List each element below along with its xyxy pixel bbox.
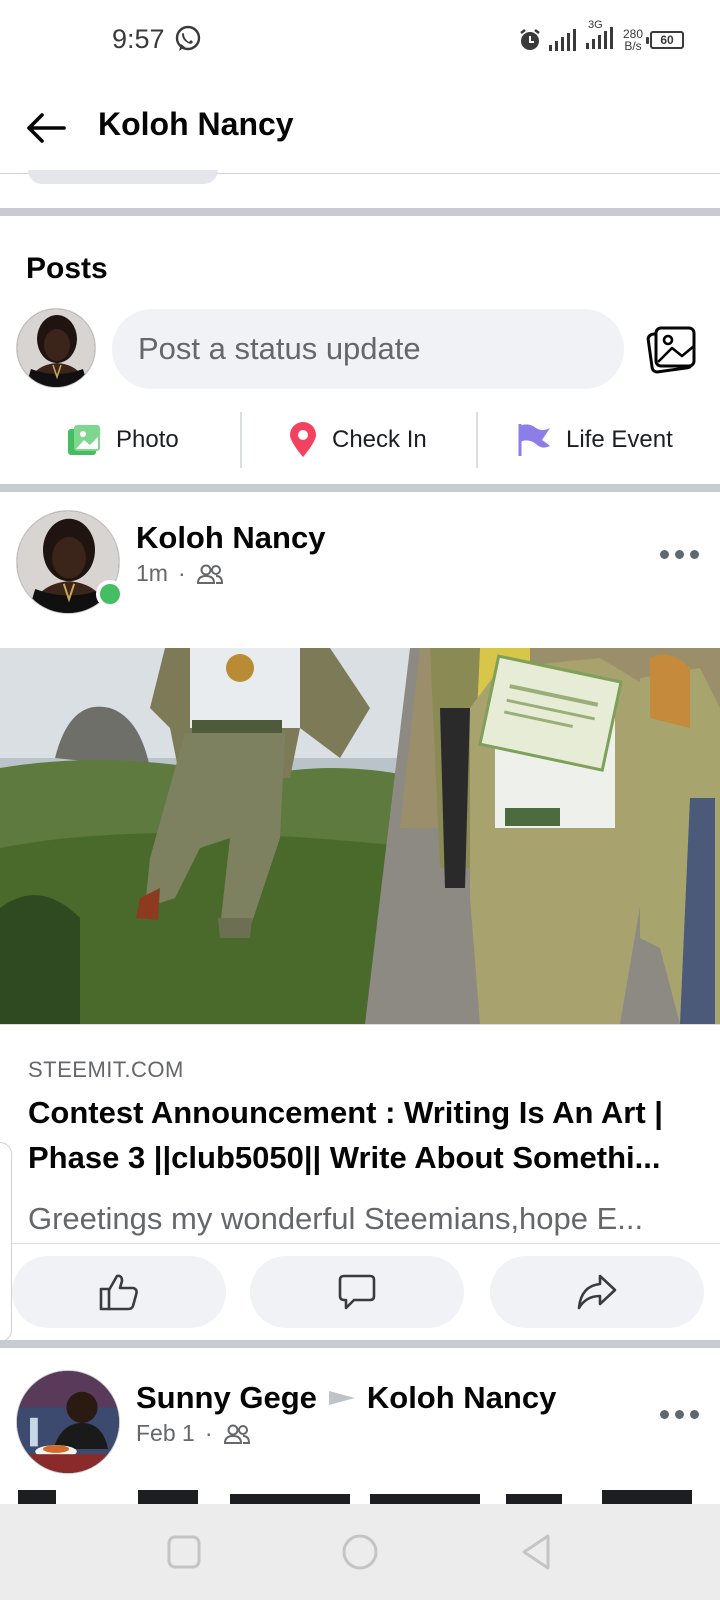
side-panel-handle[interactable] [0, 1142, 12, 1342]
clipped-post-text [18, 1490, 692, 1504]
arrow-right-icon [328, 1391, 355, 1405]
life-event-label: Life Event [566, 426, 673, 453]
link-domain: STEEMIT.COM [28, 1057, 184, 1082]
whatsapp-icon [175, 25, 201, 51]
photo-icon [68, 425, 100, 455]
avatar[interactable] [16, 308, 96, 388]
divider [476, 412, 478, 468]
network-type: 3G [587, 18, 603, 31]
photo-button[interactable]: Photo [66, 408, 179, 472]
like-button[interactable] [12, 1256, 226, 1328]
section-divider [0, 1340, 720, 1348]
page-title: Koloh Nancy [98, 106, 294, 142]
system-nav-bar [0, 1504, 720, 1600]
check-in-label: Check In [332, 426, 427, 453]
meta-separator: · [204, 1420, 213, 1446]
location-pin-icon [290, 422, 316, 457]
status-time: 9:57 [112, 24, 165, 54]
back-triangle-icon[interactable] [516, 1532, 556, 1572]
post-time[interactable]: 1m [136, 560, 168, 587]
photo-gallery-icon[interactable] [646, 324, 698, 374]
home-circle-icon[interactable] [340, 1532, 380, 1572]
arrow-left-icon[interactable] [24, 106, 68, 150]
section-divider [0, 484, 720, 492]
more-horizontal-icon[interactable] [657, 544, 701, 564]
next-post-target[interactable]: Koloh Nancy [367, 1380, 556, 1416]
divider [240, 412, 242, 468]
like-icon [99, 1274, 138, 1311]
network-speed: 280 B/s [622, 27, 643, 53]
link-title: Contest Announcement : Writing Is An Art… [28, 1095, 663, 1175]
post-link-image[interactable] [0, 648, 720, 1024]
more-horizontal-icon[interactable] [657, 1404, 701, 1424]
online-status-dot [96, 580, 124, 608]
share-icon [577, 1274, 617, 1310]
next-post-header: Sunny Gege Koloh Nancy [136, 1380, 556, 1416]
signal-icon [548, 29, 576, 51]
avatar-image [17, 309, 95, 387]
meta-separator: · [177, 560, 186, 586]
link-preview[interactable]: STEEMIT.COM Contest Announcement : Writi… [0, 1024, 720, 1244]
post-author-name[interactable]: Koloh Nancy [136, 520, 325, 556]
next-post-avatar[interactable] [16, 1370, 120, 1474]
next-post-author[interactable]: Sunny Gege [136, 1380, 317, 1416]
comment-icon [338, 1274, 376, 1310]
life-event-button[interactable]: Life Event [516, 408, 673, 472]
next-post-time[interactable]: Feb 1 [136, 1420, 195, 1447]
status-update-input[interactable]: Post a status update [112, 309, 624, 389]
post-meta: 1m · [136, 560, 224, 587]
battery-icon: 60 [646, 31, 684, 49]
flag-icon [518, 424, 550, 456]
next-post-meta: Feb 1 · [136, 1420, 251, 1447]
post-photo [0, 648, 720, 1024]
check-in-button[interactable]: Check In [288, 408, 427, 472]
recents-square-icon[interactable] [164, 1532, 204, 1572]
composer-actions: Photo Check In Life Event [0, 408, 720, 472]
avatar-image [17, 1371, 119, 1473]
friends-icon [196, 564, 223, 584]
status-icons: 3G 280 B/s 60 [518, 18, 684, 58]
photo-label: Photo [116, 426, 179, 453]
friends-icon [223, 1424, 250, 1444]
posts-heading: Posts [26, 252, 108, 285]
alarm-icon [520, 29, 540, 50]
scrolled-button-edge [28, 170, 218, 184]
comment-button[interactable] [250, 1256, 464, 1328]
section-divider [0, 208, 720, 216]
status-bar: 9:57 3G 280 B/s 60 [0, 0, 720, 80]
link-description: Greetings my wonderful Steemians,hope E.… [28, 1201, 644, 1236]
app-header: Koloh Nancy [0, 80, 720, 174]
share-button[interactable] [490, 1256, 704, 1328]
